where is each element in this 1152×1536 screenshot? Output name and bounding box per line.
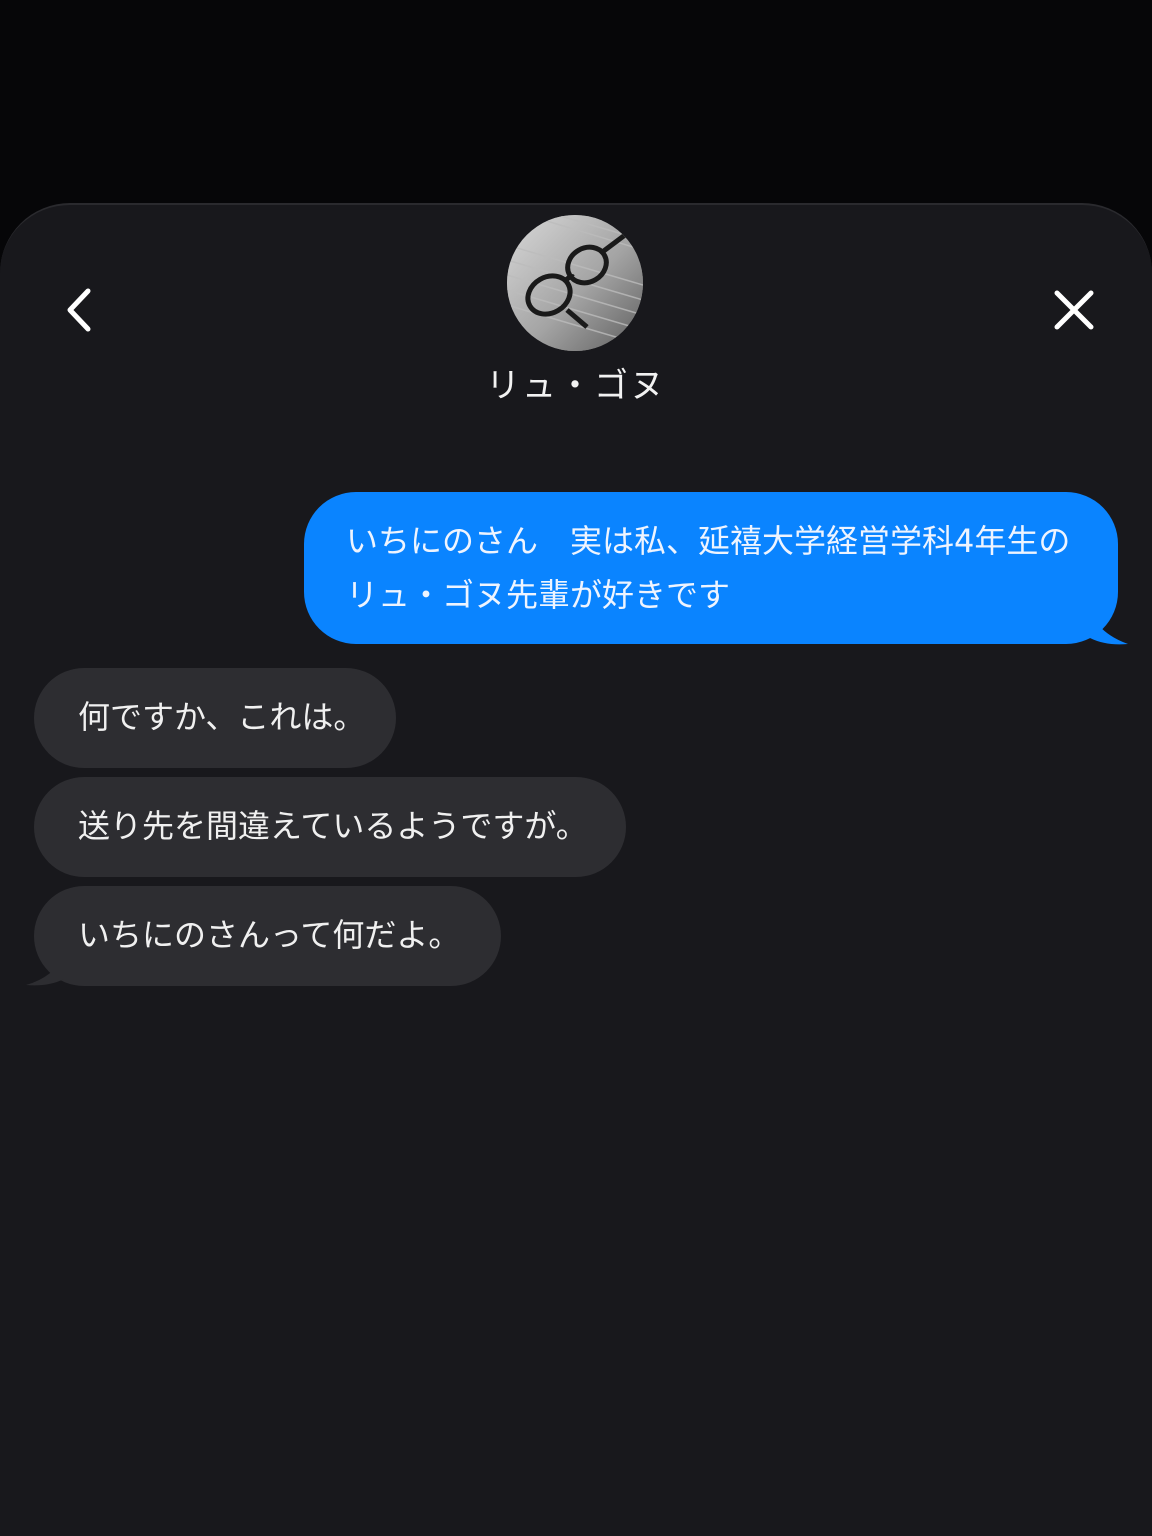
chat-screen: リュ・ゴヌ いちにのさん 実は私、延禧大学経営学科4年生の リュ・ゴヌ先輩が好き… [0,0,1152,1536]
back-button[interactable] [48,280,108,340]
incoming-bubble-tail [26,955,64,986]
glasses-avatar-photo [507,215,643,351]
message-text: 何ですか、これは。 [78,698,366,736]
outgoing-message[interactable]: いちにのさん 実は私、延禧大学経営学科4年生の リュ・ゴヌ先輩が好きです [304,492,1118,644]
message-line: いちにのさん 実は私、延禧大学経営学科4年生の [346,522,1071,560]
message-text: 送り先を間違えているようですが。 [78,807,588,845]
outgoing-bubble-tail [1090,612,1128,645]
contact-name: リュ・ゴヌ [486,366,666,406]
close-button[interactable] [1044,280,1104,340]
incoming-message[interactable]: いちにのさんって何だよ。 [34,886,501,986]
chevron-left-icon [67,288,91,332]
incoming-message[interactable]: 何ですか、これは。 [34,668,396,768]
message-text: いちにのさんって何だよ。 [78,916,461,954]
message-line: リュ・ゴヌ先輩が好きです [346,576,731,614]
close-icon [1054,290,1094,330]
avatar[interactable] [507,215,643,351]
incoming-message[interactable]: 送り先を間違えているようですが。 [34,777,626,877]
